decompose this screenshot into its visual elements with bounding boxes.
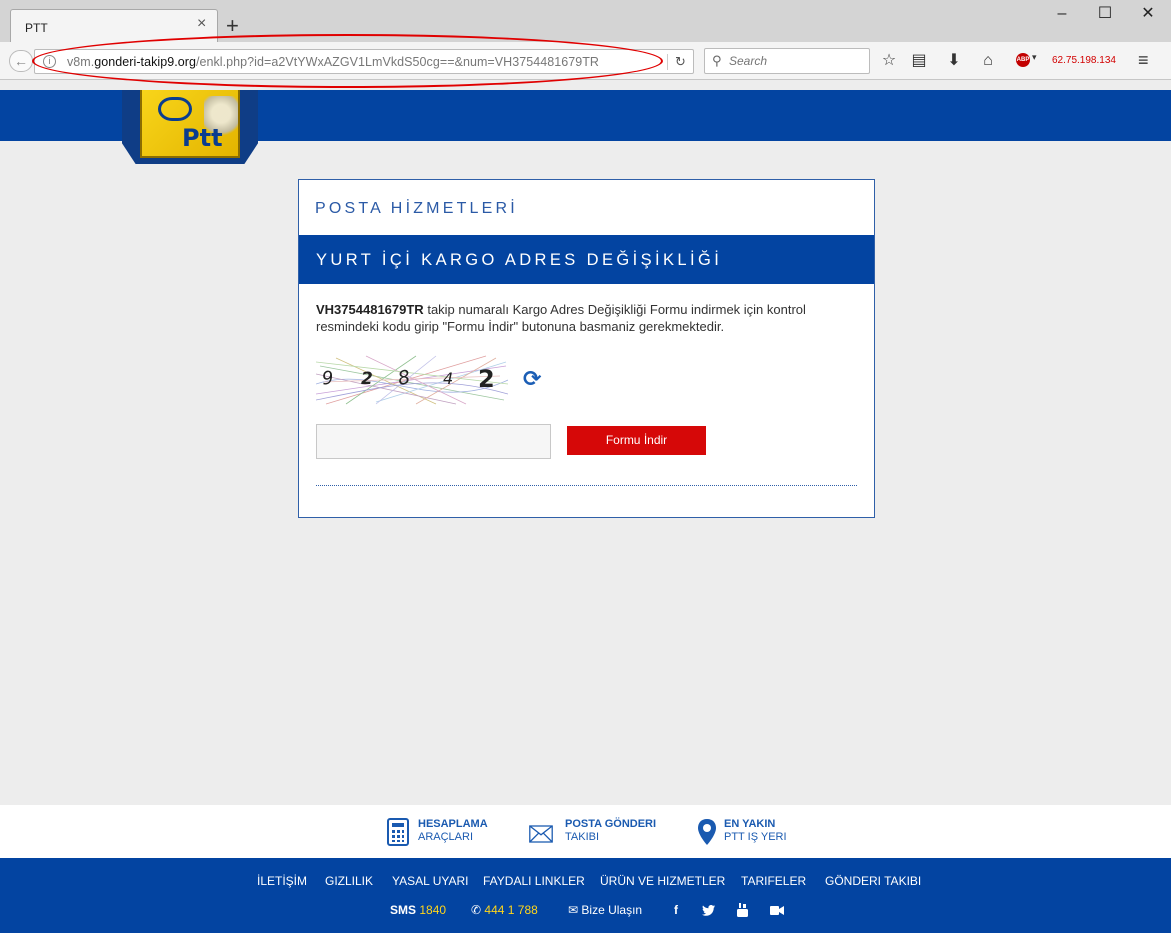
chevron-down-icon[interactable]: ▾ [1032,52,1037,63]
new-tab-icon[interactable]: + [226,15,239,37]
instructions-text: VH3754481679TR takip numaralı Kargo Adre… [316,301,856,335]
ptt-logo-wordmark: Ptt [182,124,223,152]
address-bar[interactable]: i v8m.gonderi-takip9.org/enkl.php?id=a2V… [34,49,694,74]
browser-search-box[interactable]: ⚲ [704,48,870,74]
footer-phone[interactable]: ✆ 444 1 788 [471,903,538,917]
form-title: YURT İÇİ KARGO ADRES DEĞİŞİKLİĞİ [316,251,723,269]
footer-sms[interactable]: SMS 1840 [390,903,446,917]
quick-links-bar: HESAPLAMA ARAÇLARI POSTA GÖNDERI TAKIBI EN… [0,805,1171,858]
browser-navigation-bar: ← i v8m.gonderi-takip9.org/enkl.php?id=a… [0,42,1171,80]
minimize-icon[interactable]: – [1042,2,1082,26]
captcha-digit: 2 [478,365,495,393]
url-domain: gonderi-takip9.org [94,55,196,69]
sms-number: 1840 [419,903,447,917]
download-form-button[interactable]: Formu İndir [567,426,706,455]
ptt-logo-emblem [158,97,192,121]
footer-link-legal[interactable]: YASAL UYARI [392,874,468,888]
address-change-panel: POSTA HİZMETLERİ YURT İÇİ KARGO ADRES DE… [298,179,875,518]
footer-link-contact[interactable]: İLETİŞİM [257,874,307,888]
footer-link-privacy[interactable]: GIZLILIK [325,874,373,888]
phone-icon: ✆ [471,903,482,917]
quick-link-calculation-tools[interactable]: HESAPLAMA ARAÇLARI [386,818,496,848]
captcha-code-input[interactable] [316,424,551,459]
footer-link-products[interactable]: ÜRÜN VE HIZMETLER [600,874,725,888]
captcha-digit: 8 [396,366,412,390]
phone-number: 444 1 788 [484,903,538,917]
search-icon: ⚲ [712,53,722,68]
section-title: POSTA HİZMETLERİ [315,200,518,217]
video-camera-icon[interactable] [770,906,784,915]
captcha-image: 9 2 8 4 2 [315,354,509,406]
quick-link-shipment-tracking[interactable]: POSTA GÖNDERI TAKIBI [529,818,659,848]
back-arrow-icon[interactable]: ← [9,50,33,72]
tab-close-icon[interactable]: × [197,16,206,32]
close-window-icon[interactable]: ✕ [1128,2,1168,26]
envelope-icon [529,825,553,843]
sms-label: SMS [390,903,417,917]
contact-label: Bize Ulaşın [581,903,643,917]
url-text: v8m.gonderi-takip9.org/enkl.php?id=a2VtY… [67,55,599,69]
captcha-digit: 4 [443,369,453,388]
quick-link-title: EN YAKIN [724,818,776,830]
bookmark-star-icon[interactable]: ☆ [878,51,900,71]
home-icon[interactable]: ⌂ [977,51,999,71]
url-prefix: v8m. [67,55,95,69]
quick-link-title: POSTA GÖNDERI [565,818,657,830]
quick-link-subtitle: TAKIBI [565,831,600,843]
captcha-refresh-icon[interactable]: ⟳ [523,366,541,392]
captcha-digit: 9 [321,367,335,389]
youtube-icon[interactable] [737,903,748,917]
browser-search-input[interactable] [729,54,859,68]
footer-link-useful-links[interactable]: FAYDALI LINKLER [483,874,585,888]
mail-icon: ✉ [568,903,579,917]
reload-icon[interactable]: ↻ [667,54,693,70]
site-info-icon[interactable]: i [43,55,56,68]
adblock-icon[interactable]: ABP [1016,53,1030,67]
facebook-icon[interactable]: f [674,903,678,917]
download-icon[interactable]: ⬇ [943,51,965,71]
hamburger-menu-icon[interactable]: ≡ [1138,50,1149,71]
browser-tab-strip: PTT × + – ☐ ✕ [0,0,1171,42]
calculator-icon [387,818,409,846]
tab-title: PTT [25,21,48,35]
maximize-icon[interactable]: ☐ [1085,2,1125,26]
form-title-band: YURT İÇİ KARGO ADRES DEĞİŞİKLİĞİ [299,235,874,284]
site-footer: İLETİŞİM GIZLILIK YASAL UYARI FAYDALI LI… [0,858,1171,933]
footer-link-tracking[interactable]: GÖNDERI TAKIBI [825,874,921,888]
reading-list-icon[interactable]: ▤ [908,51,930,71]
twitter-icon[interactable] [702,905,715,916]
quick-link-title: HESAPLAMA [418,818,488,830]
tracking-number: VH3754481679TR [316,302,424,317]
captcha-digit: 2 [361,369,373,389]
dotted-divider [316,485,857,486]
quick-link-subtitle: PTT IŞ YERI [724,831,787,843]
browser-tab[interactable]: PTT × [10,9,218,42]
ip-address-label[interactable]: 62.75.198.134 [1052,55,1116,66]
footer-contact-us[interactable]: ✉ Bize Ulaşın [568,903,642,917]
quick-link-nearest-office[interactable]: EN YAKIN PTT IŞ YERI [695,818,805,848]
footer-link-tariffs[interactable]: TARIFELER [741,874,806,888]
quick-link-subtitle: ARAÇLARI [418,831,474,843]
location-pin-icon [698,819,716,845]
url-path: /enkl.php?id=a2VtYWxAZGV1LmVkdS50cg==&nu… [195,55,600,69]
